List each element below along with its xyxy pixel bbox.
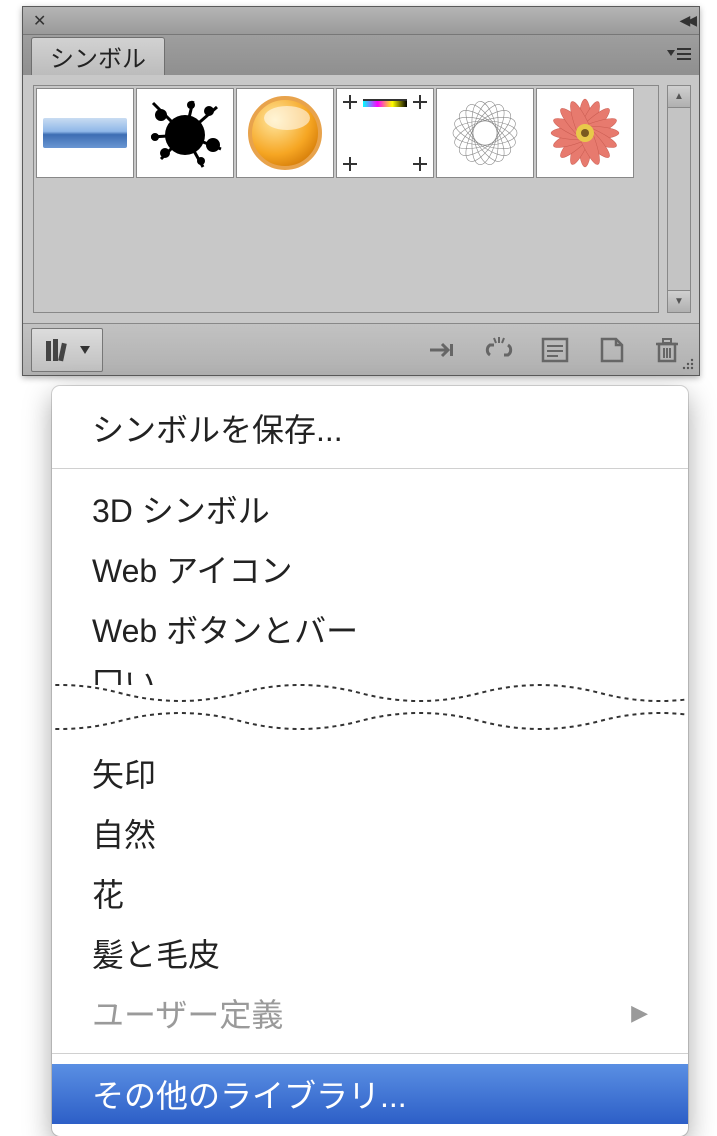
flower-icon	[543, 91, 627, 175]
close-icon[interactable]: ✕	[29, 11, 50, 31]
symbol-registration-marks[interactable]	[336, 88, 434, 178]
resize-grip-icon[interactable]	[679, 355, 695, 371]
menu-item-arrows[interactable]: 矢印	[52, 743, 688, 803]
menu-item-3d-symbols[interactable]: 3D シンボル	[52, 479, 688, 539]
menu-item-flowers[interactable]: 花	[52, 863, 688, 923]
options-icon	[540, 336, 570, 364]
menu-item-hair-fur[interactable]: 髪と毛皮	[52, 923, 688, 983]
tab-label: シンボル	[50, 39, 146, 74]
orb-icon	[248, 96, 322, 170]
symbol-spirograph[interactable]	[436, 88, 534, 178]
menu-item-save-symbols[interactable]: シンボルを保存...	[52, 398, 688, 458]
symbol-gerbera-flower[interactable]	[536, 88, 634, 178]
menu-item-web-buttons-bars[interactable]: Web ボタンとバー	[52, 599, 688, 659]
panel-titlebar[interactable]: ✕ ◀◀	[23, 7, 699, 35]
menu-item-other-libraries[interactable]: その他のライブラリ...	[52, 1064, 688, 1124]
scroll-up-icon[interactable]: ▲	[668, 86, 690, 108]
menu-item-web-icons[interactable]: Web アイコン	[52, 539, 688, 599]
registration-marks-icon	[341, 93, 429, 173]
truncated-section: 囗い	[52, 665, 688, 737]
menu-label: ユーザー定義	[92, 990, 283, 1036]
spirograph-icon	[445, 93, 525, 173]
symbol-libraries-button[interactable]	[31, 328, 103, 372]
scroll-down-icon[interactable]: ▼	[668, 290, 690, 312]
tab-row: シンボル	[23, 35, 699, 75]
collapse-icon[interactable]: ◀◀	[679, 12, 693, 29]
ink-splat-icon	[143, 93, 227, 173]
symbol-orange-orb[interactable]	[236, 88, 334, 178]
panel-menu-button[interactable]	[665, 43, 693, 67]
tear-line-icon	[52, 703, 688, 739]
dropdown-arrow-icon	[80, 346, 90, 354]
menu-item-user-defined[interactable]: ユーザー定義 ▶	[52, 983, 688, 1043]
library-icon	[44, 335, 76, 365]
new-symbol-button[interactable]	[587, 330, 635, 370]
place-instance-icon	[426, 336, 460, 364]
menu-label: 3D シンボル	[92, 486, 270, 532]
library-popup-menu: シンボルを保存... 3D シンボル Web アイコン Web ボタンとバー 囗…	[52, 386, 688, 1136]
menu-label: その他のライブラリ...	[92, 1071, 407, 1117]
trash-icon	[652, 335, 682, 365]
break-link-icon	[482, 335, 516, 365]
submenu-arrow-icon: ▶	[631, 1000, 648, 1026]
menu-separator	[52, 1053, 688, 1054]
symbols-panel: ✕ ◀◀ シンボル	[22, 6, 700, 376]
scrollbar[interactable]: ▲ ▼	[667, 85, 691, 313]
menu-label: 矢印	[92, 750, 156, 796]
symbol-options-button[interactable]	[531, 330, 579, 370]
symbols-grid	[33, 85, 659, 313]
symbol-ink-splat[interactable]	[136, 88, 234, 178]
symbol-gradient-bar[interactable]	[36, 88, 134, 178]
menu-label: 自然	[92, 810, 156, 856]
tab-symbols[interactable]: シンボル	[31, 37, 165, 75]
menu-separator	[52, 468, 688, 469]
menu-label: Web アイコン	[92, 546, 293, 592]
menu-label: 髪と毛皮	[92, 930, 220, 976]
panel-toolbar	[23, 323, 699, 375]
new-page-icon	[596, 336, 626, 364]
gradient-icon	[43, 118, 127, 148]
menu-item-nature[interactable]: 自然	[52, 803, 688, 863]
place-symbol-instance-button[interactable]	[419, 330, 467, 370]
menu-label: 花	[92, 870, 124, 916]
break-link-button[interactable]	[475, 330, 523, 370]
menu-label: シンボルを保存...	[92, 405, 343, 451]
symbols-area: ▲ ▼	[23, 75, 699, 323]
menu-label: Web ボタンとバー	[92, 606, 358, 652]
